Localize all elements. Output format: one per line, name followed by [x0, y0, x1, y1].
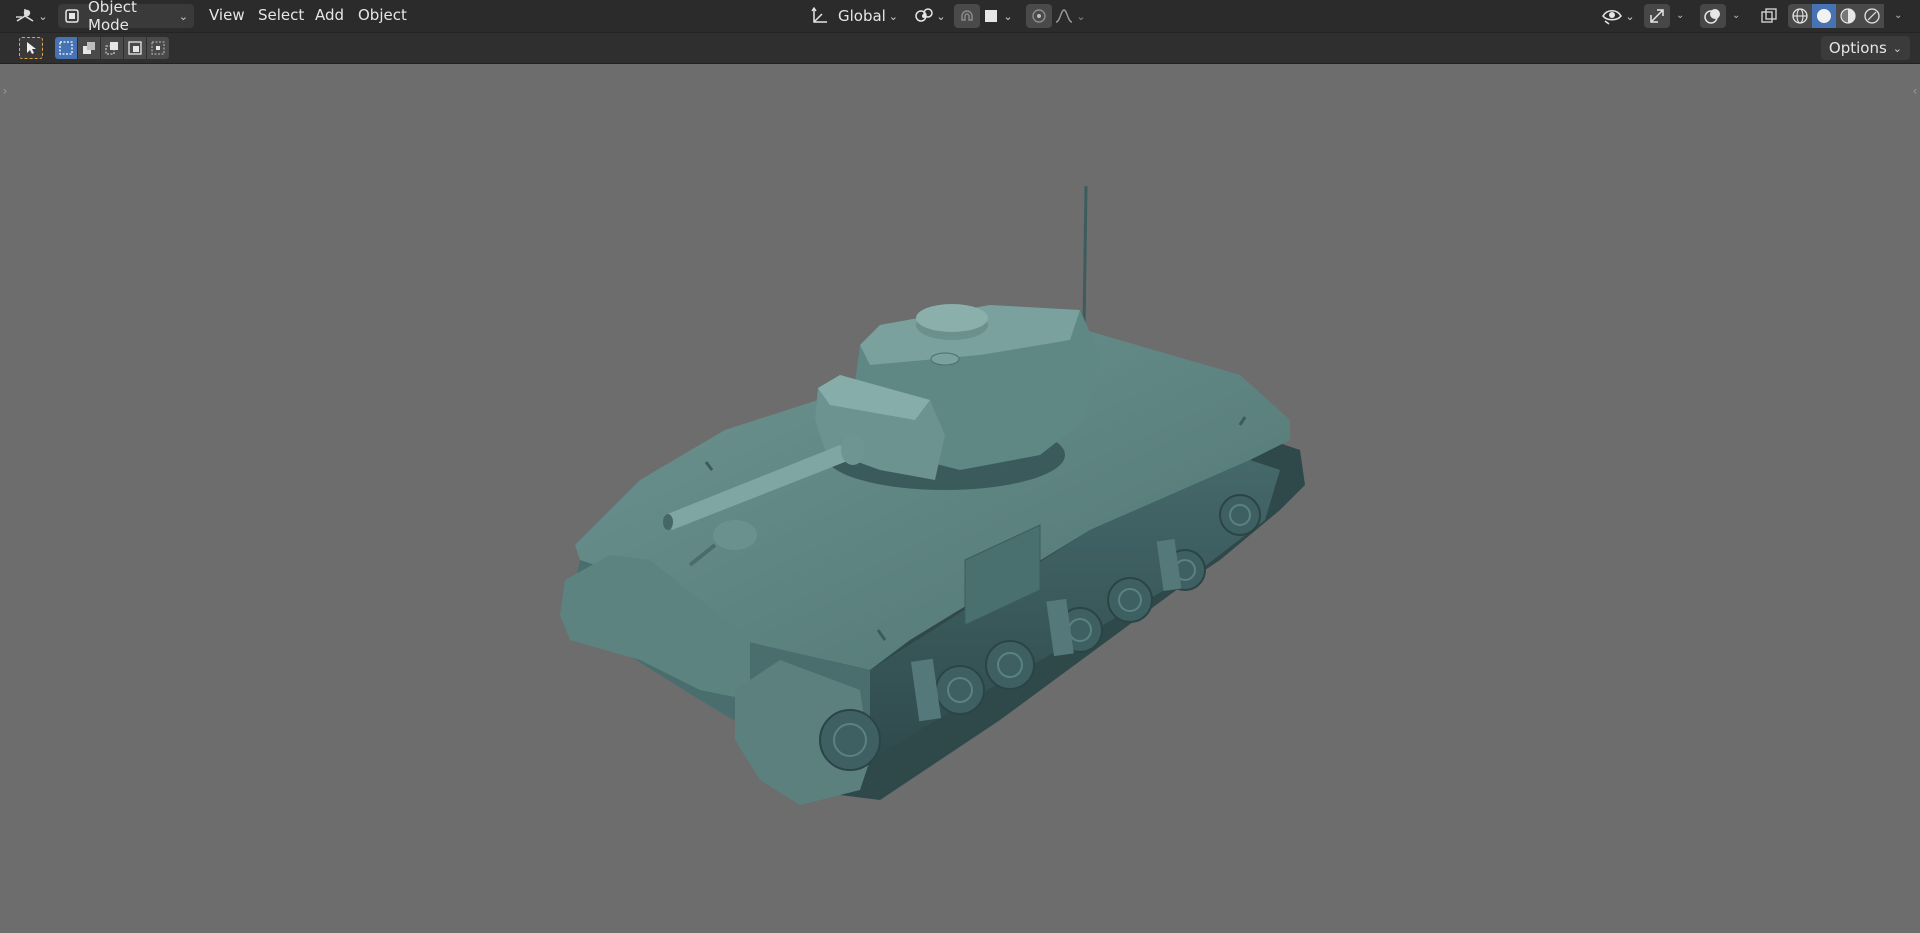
gizmo-toggle[interactable] [1644, 4, 1670, 28]
snap-magnet-icon [958, 7, 976, 25]
transform-orientation-label: Global [838, 7, 886, 25]
editor-type-3d-viewport-icon [14, 7, 36, 25]
select-intersect-icon [150, 40, 166, 56]
select-extend-icon [81, 40, 97, 56]
shading-material-button[interactable] [1836, 4, 1860, 28]
proportional-editing-toggle[interactable] [1026, 4, 1052, 28]
solid-shading-icon [1815, 7, 1833, 25]
pivot-point-button[interactable]: ⌄ [912, 4, 948, 28]
chevron-down-icon: ⌄ [1076, 9, 1086, 23]
3d-viewport[interactable] [0, 64, 1920, 933]
object-visibility-dropdown[interactable]: ⌄ [1598, 4, 1638, 28]
menu-add[interactable]: Add [315, 6, 344, 24]
tank-model[interactable] [0, 64, 1920, 933]
menu-select[interactable]: Select [258, 6, 304, 24]
xray-toggle[interactable] [1756, 4, 1782, 28]
chevron-down-icon[interactable]: ⌄ [1894, 10, 1902, 21]
chevron-down-icon: ⌄ [1892, 41, 1902, 55]
pivot-point-icon [914, 7, 936, 25]
shading-wireframe-button[interactable] [1788, 4, 1812, 28]
rendered-shading-icon [1863, 7, 1881, 25]
select-mode-subtract-button[interactable] [101, 37, 123, 59]
select-box-tool-icon [25, 41, 37, 55]
chevron-down-icon[interactable]: ⌄ [1676, 10, 1684, 21]
object-visibility-icon [1601, 7, 1623, 25]
chevron-down-icon: ⌄ [38, 9, 48, 23]
menu-view[interactable]: View [209, 6, 245, 24]
chevron-down-icon: ⌄ [1625, 9, 1635, 23]
overlays-toggle[interactable] [1700, 4, 1726, 28]
menu-object[interactable]: Object [358, 6, 407, 24]
object-mode-icon [64, 8, 80, 24]
active-tool-button[interactable] [19, 37, 43, 59]
chevron-down-icon: ⌄ [178, 9, 188, 23]
snap-target-icon [983, 8, 999, 24]
transform-orientation-icon [810, 7, 830, 25]
select-new-icon [58, 40, 74, 56]
select-mode-intersect-button[interactable] [147, 37, 169, 59]
select-mode-extend-button[interactable] [78, 37, 100, 59]
mode-label: Object Mode [88, 0, 137, 34]
snap-toggle[interactable] [954, 4, 980, 28]
chevron-down-icon[interactable]: ⌄ [1732, 10, 1740, 21]
proportional-editing-icon [1030, 7, 1048, 25]
select-mode-new-button[interactable] [55, 37, 77, 59]
toolbar-toggle-chevron-icon[interactable]: › [0, 82, 10, 100]
gizmo-icon [1648, 7, 1666, 25]
falloff-dropdown[interactable]: ⌄ [1052, 4, 1088, 28]
select-invert-icon [127, 40, 143, 56]
chevron-down-icon: ⌄ [888, 9, 898, 23]
transform-orientation-dropdown[interactable]: Global ⌄ [804, 4, 904, 28]
shading-rendered-button[interactable] [1860, 4, 1884, 28]
chevron-down-icon: ⌄ [1003, 9, 1013, 23]
chevron-down-icon: ⌄ [936, 9, 946, 23]
shading-solid-button[interactable] [1812, 4, 1836, 28]
editor-type-button[interactable]: ⌄ [12, 4, 50, 28]
mode-dropdown[interactable]: Object Mode ⌄ [58, 0, 194, 34]
sidebar-toggle-chevron-icon[interactable]: ‹ [1910, 82, 1920, 100]
options-label: Options [1828, 39, 1887, 57]
blender-window: ⌄ Object Mode ⌄ View Select Add Object G… [0, 0, 1920, 933]
tool-header [0, 33, 1920, 64]
xray-icon [1760, 7, 1778, 25]
options-dropdown[interactable]: Options ⌄ [1820, 36, 1910, 60]
select-subtract-icon [104, 40, 120, 56]
viewport-header: ⌄ Object Mode ⌄ View Select Add Object G… [0, 0, 1920, 34]
falloff-curve-icon [1054, 7, 1074, 25]
select-mode-invert-button[interactable] [124, 37, 146, 59]
snap-target-dropdown[interactable]: ⌄ [980, 4, 1016, 28]
material-preview-icon [1839, 7, 1857, 25]
overlays-icon [1703, 7, 1723, 25]
wireframe-shading-icon [1791, 7, 1809, 25]
